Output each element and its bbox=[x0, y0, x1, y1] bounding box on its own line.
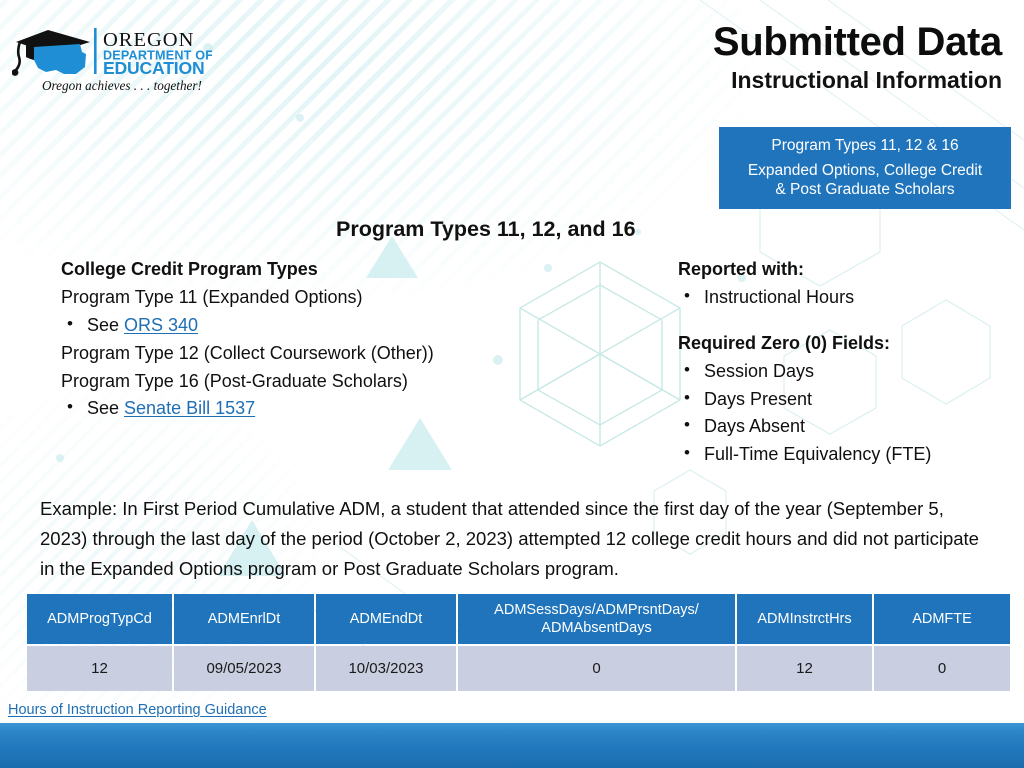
footer-bar bbox=[0, 723, 1024, 768]
required-zero-item: Full-Time Equivalency (FTE) bbox=[678, 440, 1008, 469]
logo-divider bbox=[94, 28, 97, 74]
required-zero-item: Days Absent bbox=[678, 412, 1008, 441]
required-zero-heading: Required Zero (0) Fields: bbox=[678, 332, 891, 353]
program-type-16-line: Program Type 16 (Post-Graduate Scholars) bbox=[61, 370, 408, 391]
see-prefix-1: See bbox=[87, 314, 125, 335]
required-zero-item: Session Days bbox=[678, 357, 1008, 386]
table-header-cell: ADMEndDt bbox=[316, 594, 456, 644]
table-header-cell: ADMEnrlDt bbox=[174, 594, 314, 644]
table-header-cell: ADMInstrctHrs bbox=[737, 594, 872, 644]
section-heading: Program Types 11, 12, and 16 bbox=[336, 217, 636, 241]
table-header-row: ADMProgTypCd ADMEnrlDt ADMEndDt ADMSessD… bbox=[27, 594, 1010, 644]
table-header-cell: ADMFTE bbox=[874, 594, 1010, 644]
senate-bill-1537-link[interactable]: Senate Bill 1537 bbox=[124, 398, 255, 418]
page-title: Submitted Data bbox=[712, 20, 1002, 64]
table-cell: 0 bbox=[874, 646, 1010, 691]
banner-line-2: Expanded Options, College Credit bbox=[747, 161, 983, 179]
table-row: 12 09/05/2023 10/03/2023 0 12 0 bbox=[27, 646, 1010, 691]
adm-example-table: ADMProgTypCd ADMEnrlDt ADMEndDt ADMSessD… bbox=[25, 592, 1012, 693]
reported-with-item: Instructional Hours bbox=[678, 283, 1008, 312]
header-title-block: Submitted Data Instructional Information bbox=[442, 20, 1002, 93]
hours-of-instruction-reporting-guidance-link[interactable]: Hours of Instruction Reporting Guidance bbox=[8, 702, 267, 718]
reported-with-heading: Reported with: bbox=[678, 259, 804, 279]
required-zero-item: Days Present bbox=[678, 385, 1008, 414]
table-header-cell: ADMProgTypCd bbox=[27, 594, 172, 644]
footer-link-container: Hours of Instruction Reporting Guidance bbox=[8, 702, 267, 718]
banner-line-1: Program Types 11, 12 & 16 bbox=[771, 136, 959, 154]
logo-tagline-text: Oregon achieves . . . together! bbox=[42, 78, 202, 93]
column-spacer bbox=[678, 312, 1008, 330]
program-types-banner: Program Types 11, 12 & 16 Expanded Optio… bbox=[719, 127, 1011, 209]
oregon-department-of-education-logo: OREGON DEPARTMENT OF EDUCATION Oregon ac… bbox=[12, 28, 212, 93]
slide-canvas: OREGON DEPARTMENT OF EDUCATION Oregon ac… bbox=[0, 0, 1024, 768]
program-type-12-line: Program Type 12 (Collect Coursework (Oth… bbox=[61, 342, 434, 363]
left-column-heading: College Credit Program Types bbox=[61, 259, 318, 279]
program-type-11-line: Program Type 11 (Expanded Options) bbox=[61, 286, 363, 307]
example-paragraph: Example: In First Period Cumulative ADM,… bbox=[40, 498, 979, 579]
page-subtitle: Instructional Information bbox=[731, 66, 1002, 93]
table-cell: 0 bbox=[458, 646, 735, 691]
table-cell: 12 bbox=[27, 646, 172, 691]
table-header-cell: ADMSessDays/ADMPrsntDays/ ADMAbsentDays bbox=[458, 594, 735, 644]
see-senate-bill-1537-bullet: See Senate Bill 1537 bbox=[61, 394, 661, 423]
ors-340-link[interactable]: ORS 340 bbox=[124, 315, 198, 335]
table-cell: 10/03/2023 bbox=[316, 646, 456, 691]
right-content-column: Reported with: Instructional Hours Requi… bbox=[678, 256, 1008, 469]
table-cell: 09/05/2023 bbox=[174, 646, 314, 691]
see-ors-340-bullet: See ORS 340 bbox=[61, 311, 661, 340]
see-prefix-2: See bbox=[87, 398, 125, 419]
table-cell: 12 bbox=[737, 646, 872, 691]
left-content-column: College Credit Program Types Program Typ… bbox=[61, 256, 661, 423]
banner-line-3: & Post Graduate Scholars bbox=[775, 181, 955, 199]
oregon-state-shape-icon bbox=[34, 44, 86, 74]
logo-education-text: EDUCATION bbox=[103, 58, 204, 78]
